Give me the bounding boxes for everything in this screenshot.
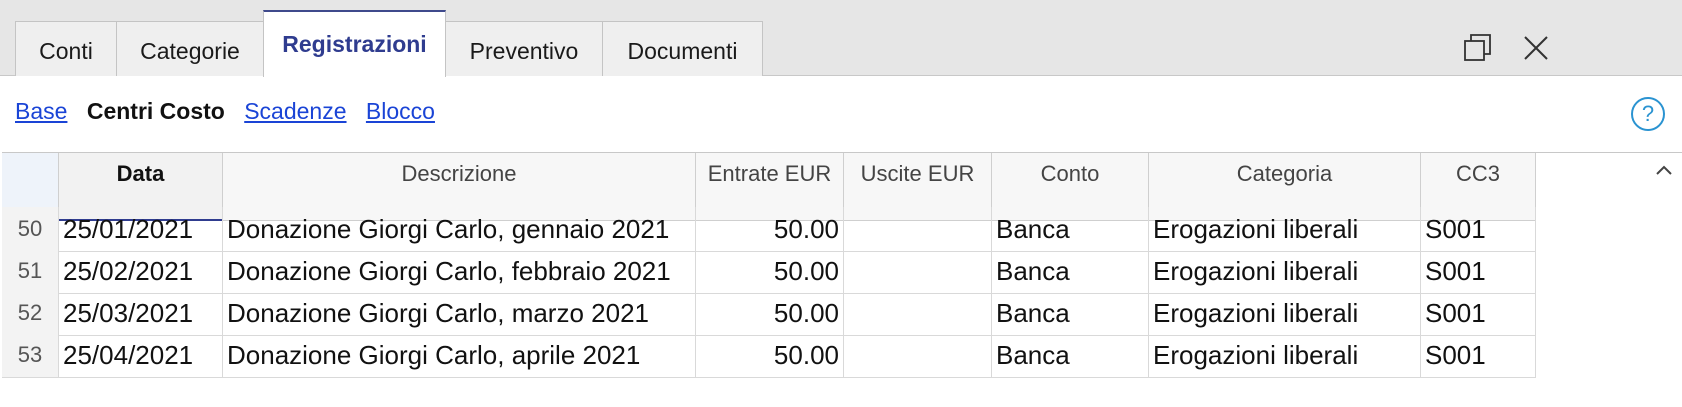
cell-descrizione[interactable]: Donazione Giorgi Carlo, marzo 2021 xyxy=(223,291,696,336)
view-blocco-link[interactable]: Blocco xyxy=(366,98,435,124)
restore-window-icon[interactable] xyxy=(1462,32,1494,64)
cell-entrate[interactable]: 50.00 xyxy=(696,333,844,378)
view-base-link[interactable]: Base xyxy=(15,98,67,124)
tab-preventivo[interactable]: Preventivo xyxy=(445,21,603,76)
cell-data[interactable]: 25/03/2021 xyxy=(59,291,223,336)
cell-conto[interactable]: Banca xyxy=(992,291,1149,336)
cell-uscite[interactable] xyxy=(844,249,992,294)
row-number: 50 xyxy=(2,207,59,252)
cell-entrate[interactable]: 50.00 xyxy=(696,207,844,252)
cell-uscite[interactable] xyxy=(844,333,992,378)
table-row[interactable]: 51 25/02/2021 Donazione Giorgi Carlo, fe… xyxy=(2,249,1647,294)
cell-conto[interactable]: Banca xyxy=(992,207,1149,252)
table-row[interactable]: 50 25/01/2021 Donazione Giorgi Carlo, ge… xyxy=(2,207,1647,252)
tab-categorie[interactable]: Categorie xyxy=(116,21,264,76)
help-icon[interactable]: ? xyxy=(1631,97,1665,131)
cell-conto[interactable]: Banca xyxy=(992,249,1149,294)
scroll-up-chevron-icon[interactable] xyxy=(1652,159,1676,183)
cell-cc3[interactable]: S001 xyxy=(1421,291,1536,336)
close-icon[interactable] xyxy=(1520,32,1552,64)
cell-categoria[interactable]: Erogazioni liberali xyxy=(1149,249,1421,294)
cell-data[interactable]: 25/04/2021 xyxy=(59,333,223,378)
cell-data[interactable]: 25/02/2021 xyxy=(59,249,223,294)
tab-documenti[interactable]: Documenti xyxy=(602,21,763,76)
cell-data[interactable]: 25/01/2021 xyxy=(59,207,223,252)
cell-uscite[interactable] xyxy=(844,207,992,252)
cell-categoria[interactable]: Erogazioni liberali xyxy=(1149,333,1421,378)
table-row[interactable]: 52 25/03/2021 Donazione Giorgi Carlo, ma… xyxy=(2,291,1647,336)
view-centri-costo-current[interactable]: Centri Costo xyxy=(87,98,225,124)
cell-categoria[interactable]: Erogazioni liberali xyxy=(1149,207,1421,252)
cell-uscite[interactable] xyxy=(844,291,992,336)
transactions-table: Data Descrizione Entrate EUR Uscite EUR … xyxy=(2,152,1682,407)
cell-categoria[interactable]: Erogazioni liberali xyxy=(1149,291,1421,336)
cell-entrate[interactable]: 50.00 xyxy=(696,249,844,294)
cell-cc3[interactable]: S001 xyxy=(1421,333,1536,378)
tab-bar: Conti Categorie Registrazioni Preventivo… xyxy=(0,0,1682,77)
cell-cc3[interactable]: S001 xyxy=(1421,249,1536,294)
cell-descrizione[interactable]: Donazione Giorgi Carlo, febbraio 2021 xyxy=(223,249,696,294)
view-scadenze-link[interactable]: Scadenze xyxy=(244,98,346,124)
cell-entrate[interactable]: 50.00 xyxy=(696,291,844,336)
cell-conto[interactable]: Banca xyxy=(992,333,1149,378)
row-number: 53 xyxy=(2,333,59,378)
table-row[interactable]: 53 25/04/2021 Donazione Giorgi Carlo, ap… xyxy=(2,333,1647,378)
tab-conti[interactable]: Conti xyxy=(15,21,117,76)
cell-cc3[interactable]: S001 xyxy=(1421,207,1536,252)
row-number: 51 xyxy=(2,249,59,294)
tab-registrazioni[interactable]: Registrazioni xyxy=(263,10,446,77)
cell-descrizione[interactable]: Donazione Giorgi Carlo, gennaio 2021 xyxy=(223,207,696,252)
cell-descrizione[interactable]: Donazione Giorgi Carlo, aprile 2021 xyxy=(223,333,696,378)
view-selector: Base Centri Costo Scadenze Blocco xyxy=(15,98,448,134)
row-number: 52 xyxy=(2,291,59,336)
